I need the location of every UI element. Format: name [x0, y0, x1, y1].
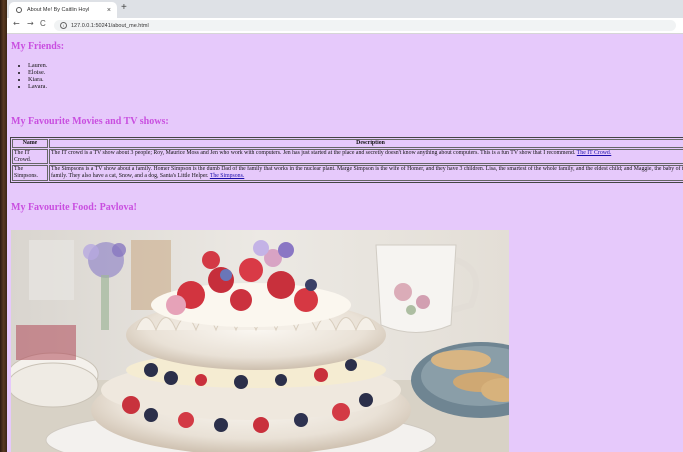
new-tab-button[interactable]: +	[121, 2, 127, 13]
description-column-header: Description	[49, 139, 683, 148]
table-header-row: Name Description	[12, 139, 683, 148]
desktop-edge	[0, 0, 7, 452]
globe-icon	[16, 7, 22, 13]
show-description: The Simpsons is a TV show about a family…	[49, 165, 683, 181]
reload-button[interactable]: C	[40, 19, 46, 28]
description-text: The IT crowd is a TV show about 3 people…	[51, 149, 576, 156]
tab-bar: About Me! By Caitlin Hoyl × +	[7, 0, 683, 18]
shows-table: Name Description The IT Crowd. The IT cr…	[10, 137, 683, 183]
address-bar[interactable]: i 127.0.0.1:50241/about_me.html	[54, 20, 676, 31]
browser-chrome: About Me! By Caitlin Hoyl × + ← → C i 12…	[7, 0, 683, 34]
pavlova-photo	[11, 230, 509, 452]
browser-toolbar: ← → C i 127.0.0.1:50241/about_me.html	[7, 18, 683, 34]
friend-item: Eloise.	[28, 69, 47, 76]
forward-button[interactable]: →	[27, 19, 34, 28]
friends-heading: My Friends:	[11, 41, 65, 52]
name-column-header: Name	[12, 139, 48, 148]
info-icon[interactable]: i	[60, 22, 67, 29]
show-name: The IT Crowd.	[12, 148, 48, 165]
browser-tab[interactable]: About Me! By Caitlin Hoyl ×	[9, 2, 117, 18]
friend-item: Lauren.	[28, 62, 47, 69]
tab-title: About Me! By Caitlin Hoyl	[27, 7, 90, 13]
food-heading: My Favourite Food: Pavlova!	[11, 202, 137, 213]
show-description: The IT crowd is a TV show about 3 people…	[49, 148, 683, 165]
friend-item: Kiara.	[28, 76, 47, 83]
page-content: My Friends: Lauren. Eloise. Kiara. Lavar…	[7, 34, 683, 452]
show-link[interactable]: The IT Crowd.	[577, 150, 612, 156]
back-button[interactable]: ←	[13, 19, 20, 28]
show-link[interactable]: The Simpsons.	[210, 173, 244, 179]
table-row: The Simpsons. The Simpsons is a TV show …	[12, 165, 683, 181]
friend-item: Lavara.	[28, 83, 47, 90]
table-row: The IT Crowd. The IT crowd is a TV show …	[12, 148, 683, 165]
description-text: The Simpsons is a TV show about a family…	[51, 166, 683, 180]
show-name: The Simpsons.	[12, 165, 48, 181]
close-icon[interactable]: ×	[107, 7, 111, 14]
shows-heading: My Favourite Movies and TV shows:	[11, 116, 169, 127]
friends-list: Lauren. Eloise. Kiara. Lavara.	[11, 62, 47, 90]
url-text[interactable]: 127.0.0.1:50241/about_me.html	[71, 23, 149, 29]
